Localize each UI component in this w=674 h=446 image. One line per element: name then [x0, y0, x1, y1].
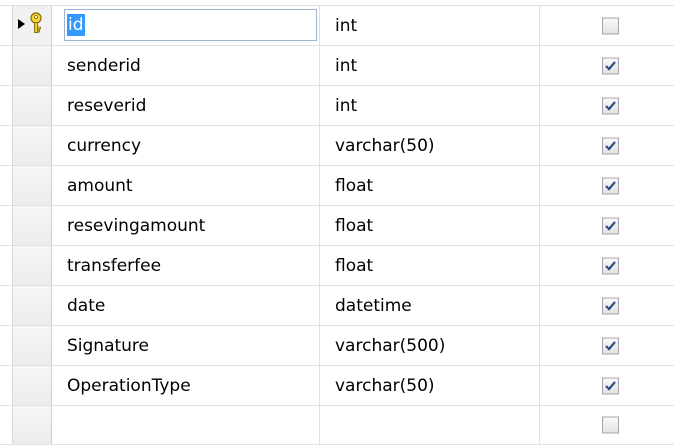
- data-type-text: float: [335, 255, 374, 276]
- column-name-text: currency: [67, 135, 142, 156]
- row-selector[interactable]: [12, 286, 52, 325]
- column-name-text: amount: [67, 175, 133, 196]
- column-name-cell[interactable]: date: [52, 286, 320, 325]
- table-row[interactable]: resevingamount float: [0, 205, 674, 245]
- data-type-cell[interactable]: datetime: [320, 286, 540, 325]
- column-name-text: date: [67, 295, 106, 316]
- data-type-cell[interactable]: [320, 406, 540, 444]
- allow-nulls-cell[interactable]: [540, 326, 674, 365]
- data-type-cell[interactable]: float: [320, 206, 540, 245]
- check-icon: [605, 340, 616, 351]
- column-name-cell[interactable]: OperationType: [52, 366, 320, 405]
- data-type-text: int: [335, 15, 358, 36]
- allow-nulls-cell[interactable]: [540, 86, 674, 125]
- check-icon: [605, 140, 616, 151]
- check-icon: [605, 300, 616, 311]
- column-name-text: OperationType: [67, 375, 191, 396]
- check-icon: [605, 180, 616, 191]
- column-name-input[interactable]: id: [64, 9, 317, 41]
- data-type-cell[interactable]: varchar(50): [320, 366, 540, 405]
- table-row[interactable]: reseverid int: [0, 85, 674, 125]
- column-name-text: transferfee: [67, 255, 162, 276]
- row-pointer-icon: [17, 15, 27, 35]
- table-row[interactable]: amount float: [0, 165, 674, 205]
- allow-nulls-checkbox[interactable]: [602, 217, 619, 234]
- data-type-cell[interactable]: int: [320, 86, 540, 125]
- column-name-text: reseverid: [67, 95, 147, 116]
- allow-nulls-checkbox[interactable]: [602, 297, 619, 314]
- column-name-cell[interactable]: transferfee: [52, 246, 320, 285]
- data-type-text: varchar(500): [335, 335, 446, 356]
- data-type-text: float: [335, 215, 374, 236]
- allow-nulls-cell[interactable]: [540, 166, 674, 205]
- allow-nulls-cell[interactable]: [540, 6, 674, 45]
- column-name-cell[interactable]: [52, 406, 320, 444]
- data-type-cell[interactable]: float: [320, 246, 540, 285]
- row-selector[interactable]: [12, 246, 52, 285]
- column-name-cell[interactable]: reseverid: [52, 86, 320, 125]
- column-name-cell[interactable]: id: [52, 6, 320, 45]
- allow-nulls-checkbox[interactable]: [602, 337, 619, 354]
- allow-nulls-checkbox[interactable]: [602, 17, 619, 34]
- allow-nulls-cell[interactable]: [540, 246, 674, 285]
- data-type-text: float: [335, 175, 374, 196]
- table-designer-grid: id int senderid int reseverid int curren…: [0, 5, 674, 445]
- allow-nulls-checkbox[interactable]: [602, 416, 619, 434]
- check-icon: [605, 60, 616, 71]
- table-row[interactable]: senderid int: [0, 45, 674, 85]
- table-row[interactable]: id int: [0, 5, 674, 45]
- row-selector[interactable]: [12, 46, 52, 85]
- row-selector[interactable]: [12, 406, 52, 444]
- column-name-text: resevingamount: [67, 215, 206, 236]
- allow-nulls-cell[interactable]: [540, 206, 674, 245]
- column-name-text: senderid: [67, 55, 141, 76]
- row-selector[interactable]: [12, 6, 52, 45]
- row-selector[interactable]: [12, 366, 52, 405]
- table-row[interactable]: OperationType varchar(50): [0, 365, 674, 405]
- allow-nulls-checkbox[interactable]: [602, 137, 619, 154]
- check-icon: [605, 380, 616, 391]
- table-row[interactable]: Signature varchar(500): [0, 325, 674, 365]
- column-name-cell[interactable]: currency: [52, 126, 320, 165]
- data-type-cell[interactable]: int: [320, 6, 540, 45]
- row-selector[interactable]: [12, 126, 52, 165]
- allow-nulls-checkbox[interactable]: [602, 257, 619, 274]
- row-selector[interactable]: [12, 86, 52, 125]
- table-row[interactable]: date datetime: [0, 285, 674, 325]
- table-row-new[interactable]: [0, 405, 674, 445]
- allow-nulls-cell[interactable]: [540, 126, 674, 165]
- data-type-cell[interactable]: varchar(500): [320, 326, 540, 365]
- check-icon: [605, 100, 616, 111]
- primary-key-icon: [27, 12, 45, 39]
- column-name-cell[interactable]: resevingamount: [52, 206, 320, 245]
- allow-nulls-cell[interactable]: [540, 46, 674, 85]
- data-type-text: varchar(50): [335, 135, 435, 156]
- allow-nulls-cell[interactable]: [540, 406, 674, 444]
- row-selector[interactable]: [12, 166, 52, 205]
- allow-nulls-cell[interactable]: [540, 366, 674, 405]
- data-type-text: varchar(50): [335, 375, 435, 396]
- allow-nulls-checkbox[interactable]: [602, 377, 619, 394]
- allow-nulls-cell[interactable]: [540, 286, 674, 325]
- row-selector[interactable]: [12, 326, 52, 365]
- column-name-cell[interactable]: amount: [52, 166, 320, 205]
- allow-nulls-checkbox[interactable]: [602, 177, 619, 194]
- row-selector[interactable]: [12, 206, 52, 245]
- column-name-cell[interactable]: Signature: [52, 326, 320, 365]
- allow-nulls-checkbox[interactable]: [602, 57, 619, 74]
- data-type-text: int: [335, 55, 358, 76]
- table-row[interactable]: currency varchar(50): [0, 125, 674, 165]
- column-name-text: id: [67, 14, 85, 36]
- data-type-cell[interactable]: int: [320, 46, 540, 85]
- data-type-cell[interactable]: varchar(50): [320, 126, 540, 165]
- check-icon: [605, 220, 616, 231]
- data-type-text: int: [335, 95, 358, 116]
- column-name-text: Signature: [67, 335, 150, 356]
- column-name-cell[interactable]: senderid: [52, 46, 320, 85]
- check-icon: [605, 260, 616, 271]
- data-type-text: datetime: [335, 295, 412, 316]
- allow-nulls-checkbox[interactable]: [602, 97, 619, 114]
- table-row[interactable]: transferfee float: [0, 245, 674, 285]
- data-type-cell[interactable]: float: [320, 166, 540, 205]
